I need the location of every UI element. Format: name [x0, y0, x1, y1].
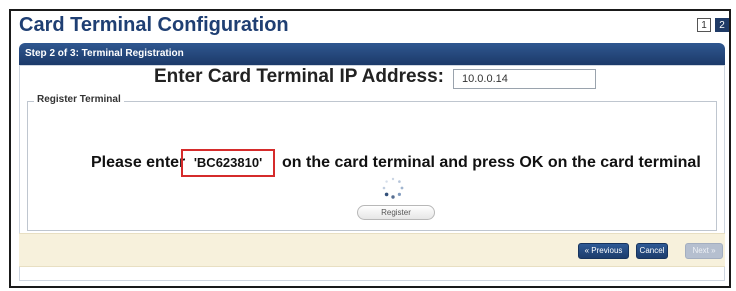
previous-button[interactable]: « Previous	[578, 243, 629, 259]
page-title: Card Terminal Configuration	[19, 14, 289, 36]
wizard-window: Card Terminal Configuration 1 2 Step 2 o…	[9, 9, 731, 288]
ip-address-input[interactable]	[453, 69, 596, 89]
fieldset-legend: Register Terminal	[34, 94, 124, 105]
message-prefix: Please enter	[91, 154, 186, 171]
register-button[interactable]: Register	[357, 205, 435, 220]
message-suffix: on the card terminal and press OK on the…	[282, 154, 701, 171]
cancel-button[interactable]: Cancel	[636, 243, 668, 259]
page-2-button[interactable]: 2	[715, 18, 729, 32]
action-bar: « Previous Cancel Next »	[19, 233, 725, 267]
ip-address-label: Enter Card Terminal IP Address:	[154, 66, 445, 87]
step-header: Step 2 of 3: Terminal Registration	[19, 43, 725, 65]
loading-spinner-icon	[382, 177, 404, 199]
next-button[interactable]: Next »	[685, 243, 723, 259]
pairing-code: 'BC623810'	[181, 149, 275, 177]
page-indicator: 1 2	[697, 18, 729, 32]
page-1-button[interactable]: 1	[697, 18, 711, 32]
